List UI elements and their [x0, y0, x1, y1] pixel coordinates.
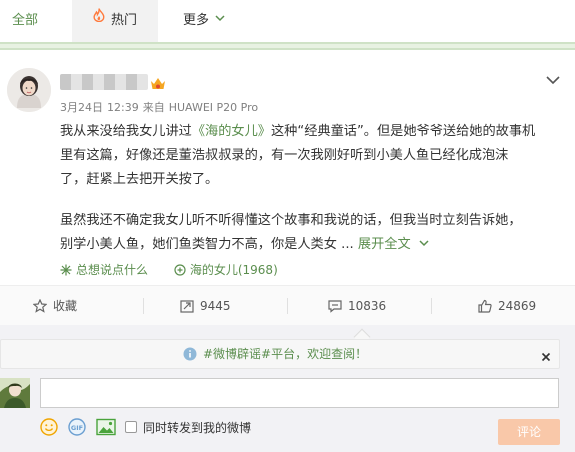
- post-body-line: 了，赶紧上去把开关按了。: [60, 172, 219, 187]
- post-source-prefix: 来自: [142, 101, 165, 114]
- tab-all-label: 全部: [12, 13, 39, 28]
- post-date[interactable]: 3月24日: [60, 101, 103, 114]
- image-upload-icon[interactable]: [96, 418, 116, 440]
- action-divider: [143, 298, 144, 314]
- forward-button[interactable]: 9445: [180, 286, 231, 326]
- topic-tag-1-label: 总想说点什么: [76, 263, 149, 277]
- thumbs-up-icon: [478, 299, 492, 313]
- also-forward-checkbox[interactable]: [125, 421, 137, 433]
- tab-all[interactable]: 全部: [12, 0, 38, 42]
- action-divider: [431, 298, 432, 314]
- expand-full-text-link[interactable]: 展开全文: [358, 237, 429, 252]
- like-count: 24869: [498, 299, 537, 313]
- post-body-text: 别学小美人鱼，她们鱼类智力不高，你是人类女 ...: [60, 237, 354, 252]
- post-body-book-title: 《海的女儿》: [191, 124, 271, 139]
- favorite-label: 收藏: [53, 299, 78, 313]
- expand-label: 展开全文: [357, 237, 411, 252]
- action-bar: 收藏 9445 10836 24869: [0, 285, 575, 325]
- sparkle-icon: [60, 264, 72, 275]
- comment-count: 10836: [348, 299, 387, 313]
- forward-count: 9445: [200, 299, 231, 313]
- post-body-paragraph-1: 我从来没给我女儿讲过《海的女儿》这种“经典童话”。但是她爷爷送给她的故事机 里有…: [60, 120, 560, 192]
- post-body-line: 虽然我还不确定我女儿听不听得懂这个故事和我说的话，但我当时立刻告诉她，: [60, 213, 522, 228]
- emoji-icon[interactable]: [40, 418, 58, 440]
- username-redacted[interactable]: [60, 74, 148, 90]
- rumor-notice-bar: #微博辟谣#平台，欢迎查阅！: [0, 339, 560, 369]
- post-body-paragraph-2: 虽然我还不确定我女儿听不听得懂这个故事和我说的话，但我当时立刻告诉她， 别学小美…: [60, 209, 560, 257]
- topic-tag-2-label: 海的女儿(1968): [189, 263, 278, 277]
- post-body-text: 这种“经典童话”。但是她爷爷送给她的故事机: [271, 124, 536, 139]
- vip-badge-icon: [150, 76, 166, 95]
- tab-hot[interactable]: 热门: [72, 0, 158, 42]
- post-menu-chevron-icon[interactable]: [546, 70, 560, 89]
- post-device: HUAWEI P20 Pro: [168, 101, 259, 114]
- chevron-down-icon: [215, 0, 225, 40]
- flame-icon: [93, 0, 105, 40]
- gif-icon[interactable]: GIF: [68, 418, 86, 440]
- like-button[interactable]: 24869: [478, 286, 536, 326]
- gif-icon-label: GIF: [71, 424, 83, 432]
- notice-text: #微博辟谣#平台，欢迎查阅！: [203, 347, 368, 361]
- tab-hot-label: 热门: [110, 13, 137, 28]
- also-forward-label: 同时转发到我的微博: [143, 421, 252, 435]
- chevron-down-icon: [419, 239, 429, 246]
- post-time[interactable]: 12:39: [107, 101, 139, 114]
- comment-button[interactable]: 10836: [328, 286, 386, 326]
- super-topic-icon: [174, 263, 186, 276]
- comment-input[interactable]: [40, 378, 559, 408]
- avatar[interactable]: [7, 68, 51, 112]
- tab-bar-divider-inner: [0, 44, 575, 48]
- close-icon[interactable]: [541, 347, 551, 366]
- favorite-button[interactable]: 收藏: [32, 286, 78, 326]
- notice-content[interactable]: #微博辟谣#平台，欢迎查阅！: [183, 340, 367, 368]
- post-tags: 总想说点什么 海的女儿(1968): [60, 261, 300, 278]
- comment-icon: [328, 299, 342, 313]
- top-tab-bar: 全部 热门 更多: [0, 0, 575, 44]
- tab-more[interactable]: 更多: [183, 0, 225, 42]
- post-body-line: 别学小美人鱼，她们鱼类智力不高，你是人类女 ... 展开全文: [60, 233, 560, 257]
- tab-more-label: 更多: [183, 13, 210, 28]
- star-icon: [32, 298, 48, 313]
- post-body-line: 我从来没给我女儿讲过《海的女儿》这种“经典童话”。但是她爷爷送给她的故事机: [60, 120, 560, 144]
- post-body-text: 我从来没给我女儿讲过: [60, 124, 192, 139]
- submit-comment-button[interactable]: 评论: [498, 419, 560, 445]
- topic-tag-1[interactable]: 总想说点什么: [60, 261, 148, 278]
- my-avatar[interactable]: [0, 378, 30, 408]
- action-divider: [287, 298, 288, 314]
- post-meta: 3月24日 12:39 来自 HUAWEI P20 Pro: [60, 99, 262, 115]
- info-icon: [183, 347, 197, 360]
- post-body-line: 里有这篇，好像还是董浩叔叔录的，有一次我刚好听到小美人鱼已经化成泡沫: [60, 148, 509, 163]
- topic-tag-2[interactable]: 海的女儿(1968): [174, 261, 278, 278]
- forward-icon: [180, 299, 194, 313]
